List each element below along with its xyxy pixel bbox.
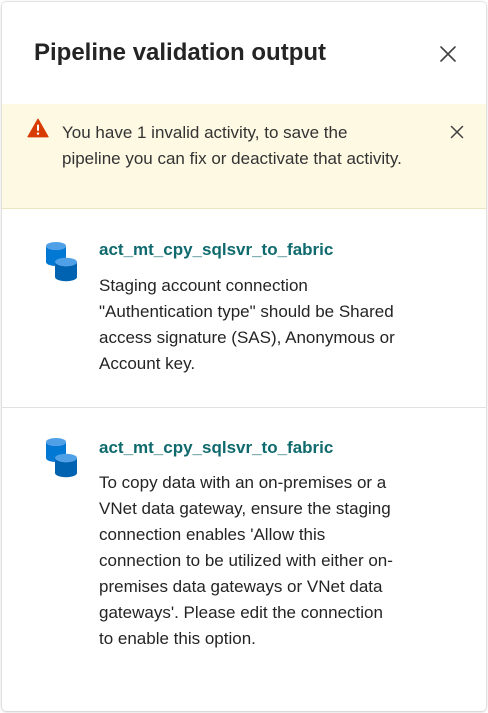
panel-title: Pipeline validation output	[34, 39, 327, 66]
copy-activity-icon	[46, 438, 77, 478]
dismiss-warning-button[interactable]	[446, 121, 468, 143]
validation-output-panel: Pipeline validation output You have 1 in…	[2, 2, 486, 711]
activity-link[interactable]: act_mt_cpy_sqlsvr_to_fabric	[99, 438, 333, 458]
panel-header: Pipeline validation output	[2, 2, 486, 104]
warning-message: You have 1 invalid activity, to save the…	[62, 123, 402, 168]
close-panel-button[interactable]	[434, 40, 462, 68]
warning-banner: You have 1 invalid activity, to save the…	[2, 104, 486, 209]
validation-message: To copy data with an on-premises or a VN…	[99, 473, 393, 648]
validation-message: Staging account connection "Authenticati…	[99, 276, 395, 373]
close-icon	[440, 46, 456, 62]
validation-item: act_mt_cpy_sqlsvr_to_fabric Staging acco…	[2, 209, 486, 408]
activity-link[interactable]: act_mt_cpy_sqlsvr_to_fabric	[99, 240, 333, 260]
warning-triangle-icon	[27, 118, 49, 138]
dismiss-icon	[450, 125, 464, 139]
validation-item: act_mt_cpy_sqlsvr_to_fabric To copy data…	[2, 408, 486, 711]
copy-activity-icon	[46, 242, 77, 282]
